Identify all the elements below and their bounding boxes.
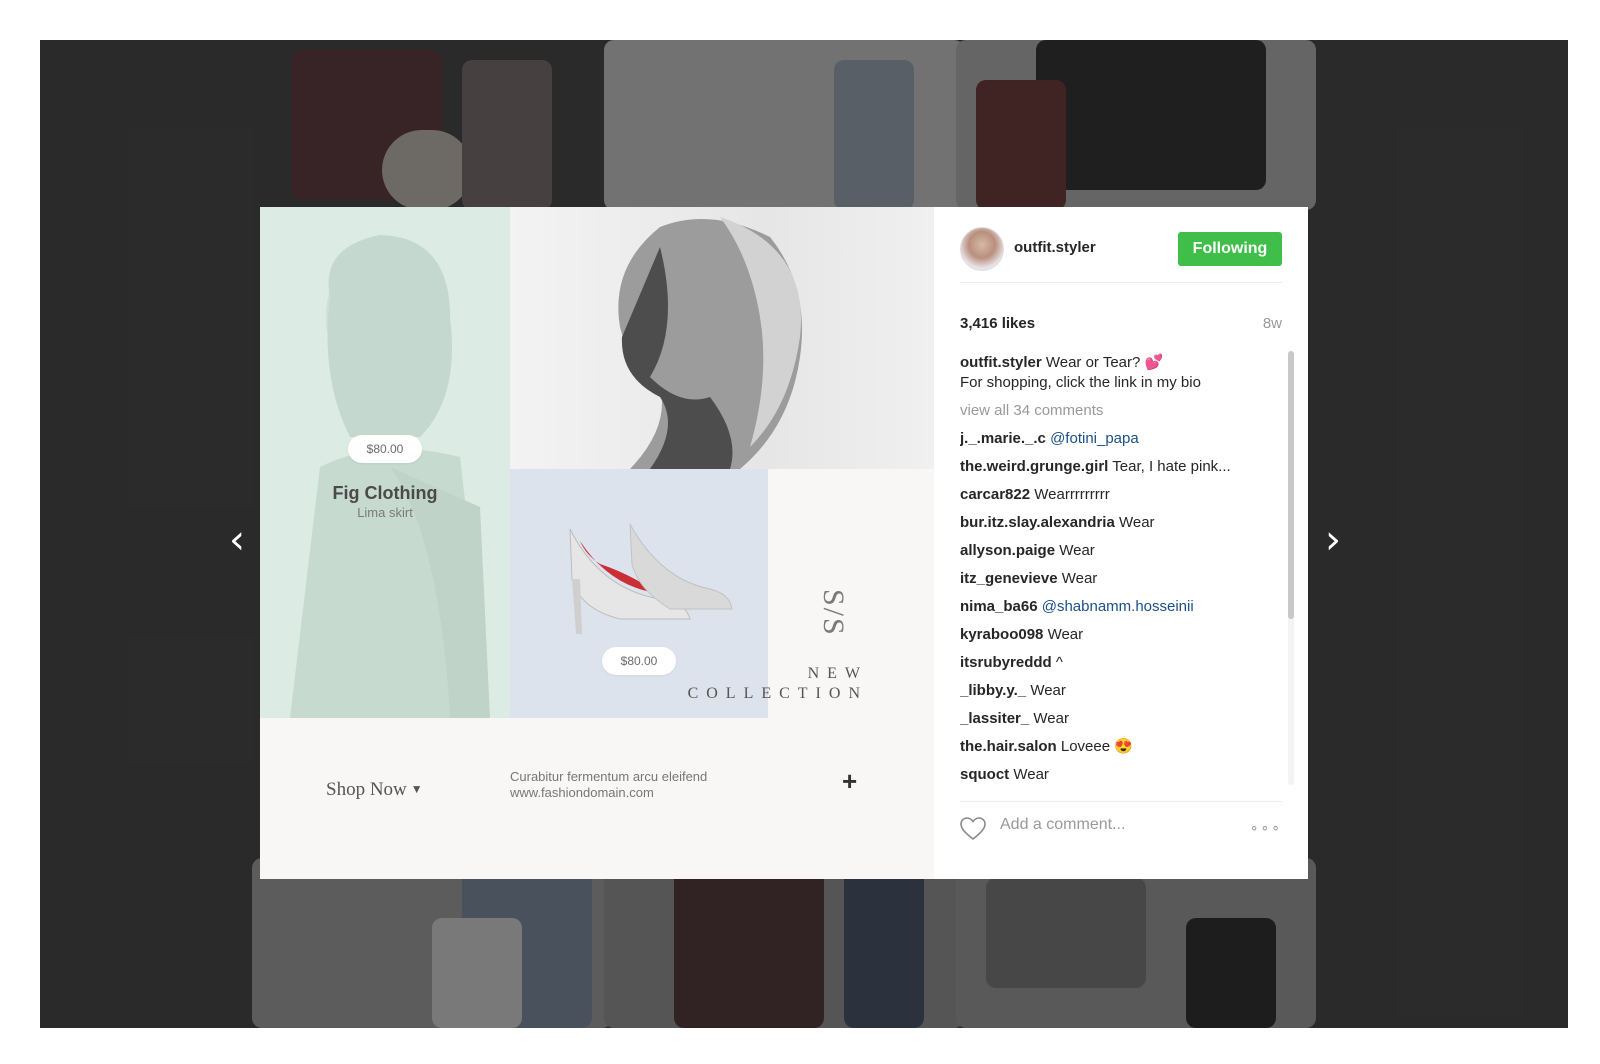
chevron-left-icon[interactable]: ‹ (222, 520, 252, 560)
comment-username[interactable]: itsrubyreddd (960, 654, 1052, 671)
username[interactable]: outfit.styler (1014, 239, 1096, 256)
comment-username[interactable]: carcar822 (960, 486, 1030, 503)
add-comment-input[interactable] (1000, 816, 1240, 834)
more-options-icon[interactable]: ∘∘∘ (1250, 819, 1282, 836)
brand-name: Fig Clothing (332, 483, 438, 503)
comment-username[interactable]: allyson.paige (960, 542, 1055, 559)
shoe-panel: $80.00 (510, 469, 768, 718)
comment-text: Wearrrrrrrrr (1034, 486, 1110, 503)
caption: outfit.styler Wear or Tear? 💕 For shoppi… (960, 353, 1276, 393)
shoe-illustration (569, 523, 733, 634)
caption-line-2: For shopping, click the link in my bio (960, 374, 1201, 391)
caret-down-icon: ▼ (410, 782, 423, 796)
comment-username[interactable]: the.hair.salon (960, 738, 1057, 755)
season-label: S/S (817, 589, 850, 637)
comment-text: Loveee 😍 (1060, 738, 1133, 755)
price-tag[interactable]: $80.00 (348, 435, 422, 463)
comment-row: kyraboo098 Wear (960, 625, 1276, 645)
post-header: outfit.styler Following (960, 227, 1282, 283)
comment-username[interactable]: itz_genevieve (960, 570, 1058, 587)
comment-username[interactable]: bur.itz.slay.alexandria (960, 514, 1115, 531)
model-panel: $80.00 Fig Clothing Lima skirt (260, 207, 510, 718)
following-button[interactable]: Following (1178, 232, 1282, 266)
divider (960, 801, 1282, 802)
caption-line: outfit.styler Wear or Tear? 💕 (960, 353, 1276, 373)
comment-text: Wear (1033, 710, 1069, 727)
likes-count[interactable]: 3,416 likes (960, 315, 1035, 332)
comment-text: Wear (1059, 542, 1095, 559)
comment-row: the.weird.grunge.girl Tear, I hate pink.… (960, 457, 1276, 477)
post-modal: $80.00 Fig Clothing Lima skirt $80.00 S/… (260, 207, 1308, 879)
shop-now-label: Shop Now (326, 779, 407, 800)
product-name: Lima skirt (357, 505, 413, 520)
chevron-right-icon[interactable]: › (1318, 520, 1348, 560)
comment-row: itsrubyreddd ^ (960, 653, 1276, 673)
comment-row: allyson.paige Wear (960, 541, 1276, 561)
comment-list[interactable]: outfit.styler Wear or Tear? 💕 For shoppi… (960, 353, 1276, 785)
view-all-comments-link[interactable]: view all 34 comments (960, 401, 1276, 421)
comment-username[interactable]: kyraboo098 (960, 626, 1043, 643)
comment-text: Wear (1061, 570, 1098, 587)
comment-row: j._.marie._.c @fotini_papa (960, 429, 1276, 449)
collection-label: COLLECTION (687, 685, 868, 702)
comment-row: bur.itz.slay.alexandria Wear (960, 513, 1276, 533)
heart-icon[interactable] (960, 817, 986, 841)
comment-username[interactable]: nima_ba66 (960, 598, 1038, 615)
comment-mention[interactable]: @fotini_papa (1050, 430, 1139, 447)
comment-mention[interactable]: @shabnamm.hosseinii (1042, 598, 1194, 615)
plus-icon[interactable]: + (842, 766, 857, 797)
comment-row: carcar822 Wearrrrrrrrr (960, 485, 1276, 505)
comment-text: Wear (1118, 514, 1155, 531)
price-tag[interactable]: $80.00 (602, 647, 676, 675)
avatar[interactable] (960, 227, 1004, 271)
comment-row: squoct Wear (960, 765, 1276, 785)
comment-text: Wear (1013, 766, 1049, 783)
comment-text: ^ (1055, 654, 1063, 671)
comment-username[interactable]: j._.marie._.c (960, 430, 1046, 447)
comment-row: the.hair.salon Loveee 😍 (960, 737, 1276, 757)
tagline: Curabitur fermentum arcu eleifend www.fa… (510, 769, 707, 801)
comment-row: _lassiter_ Wear (960, 709, 1276, 729)
comment-row: itz_genevieve Wear (960, 569, 1276, 589)
comment-text: Tear, I hate pink... (1112, 458, 1231, 475)
comment-text: Wear (1030, 682, 1066, 699)
caption-text: Wear or Tear? 💕 (1045, 354, 1164, 371)
comment-username[interactable]: _libby.y._ (960, 682, 1026, 699)
comment-username[interactable]: _lassiter_ (960, 710, 1029, 727)
tagline-text: Curabitur fermentum arcu eleifend (510, 769, 708, 784)
shop-now-link[interactable]: Shop Now ▼ (326, 779, 423, 801)
tagline-url: www.fashiondomain.com (510, 785, 654, 800)
comment-row: nima_ba66 @shabnamm.hosseinii (960, 597, 1276, 617)
post-age[interactable]: 8w (1263, 315, 1282, 332)
scrollbar-thumb[interactable] (1288, 351, 1294, 619)
portrait-illustration (618, 217, 802, 469)
new-label: NEW (807, 665, 868, 682)
comment-text: Wear (1047, 626, 1084, 643)
post-sidebar: outfit.styler Following 3,416 likes 8w o… (934, 207, 1308, 879)
caption-username[interactable]: outfit.styler (960, 354, 1042, 371)
comments-scrollbar[interactable] (1288, 351, 1294, 785)
comment-row: _libby.y._ Wear (960, 681, 1276, 701)
post-image[interactable]: $80.00 Fig Clothing Lima skirt $80.00 S/… (260, 207, 934, 879)
portrait-panel (510, 207, 934, 469)
comment-username[interactable]: squoct (960, 766, 1009, 783)
comment-username[interactable]: the.weird.grunge.girl (960, 458, 1108, 475)
